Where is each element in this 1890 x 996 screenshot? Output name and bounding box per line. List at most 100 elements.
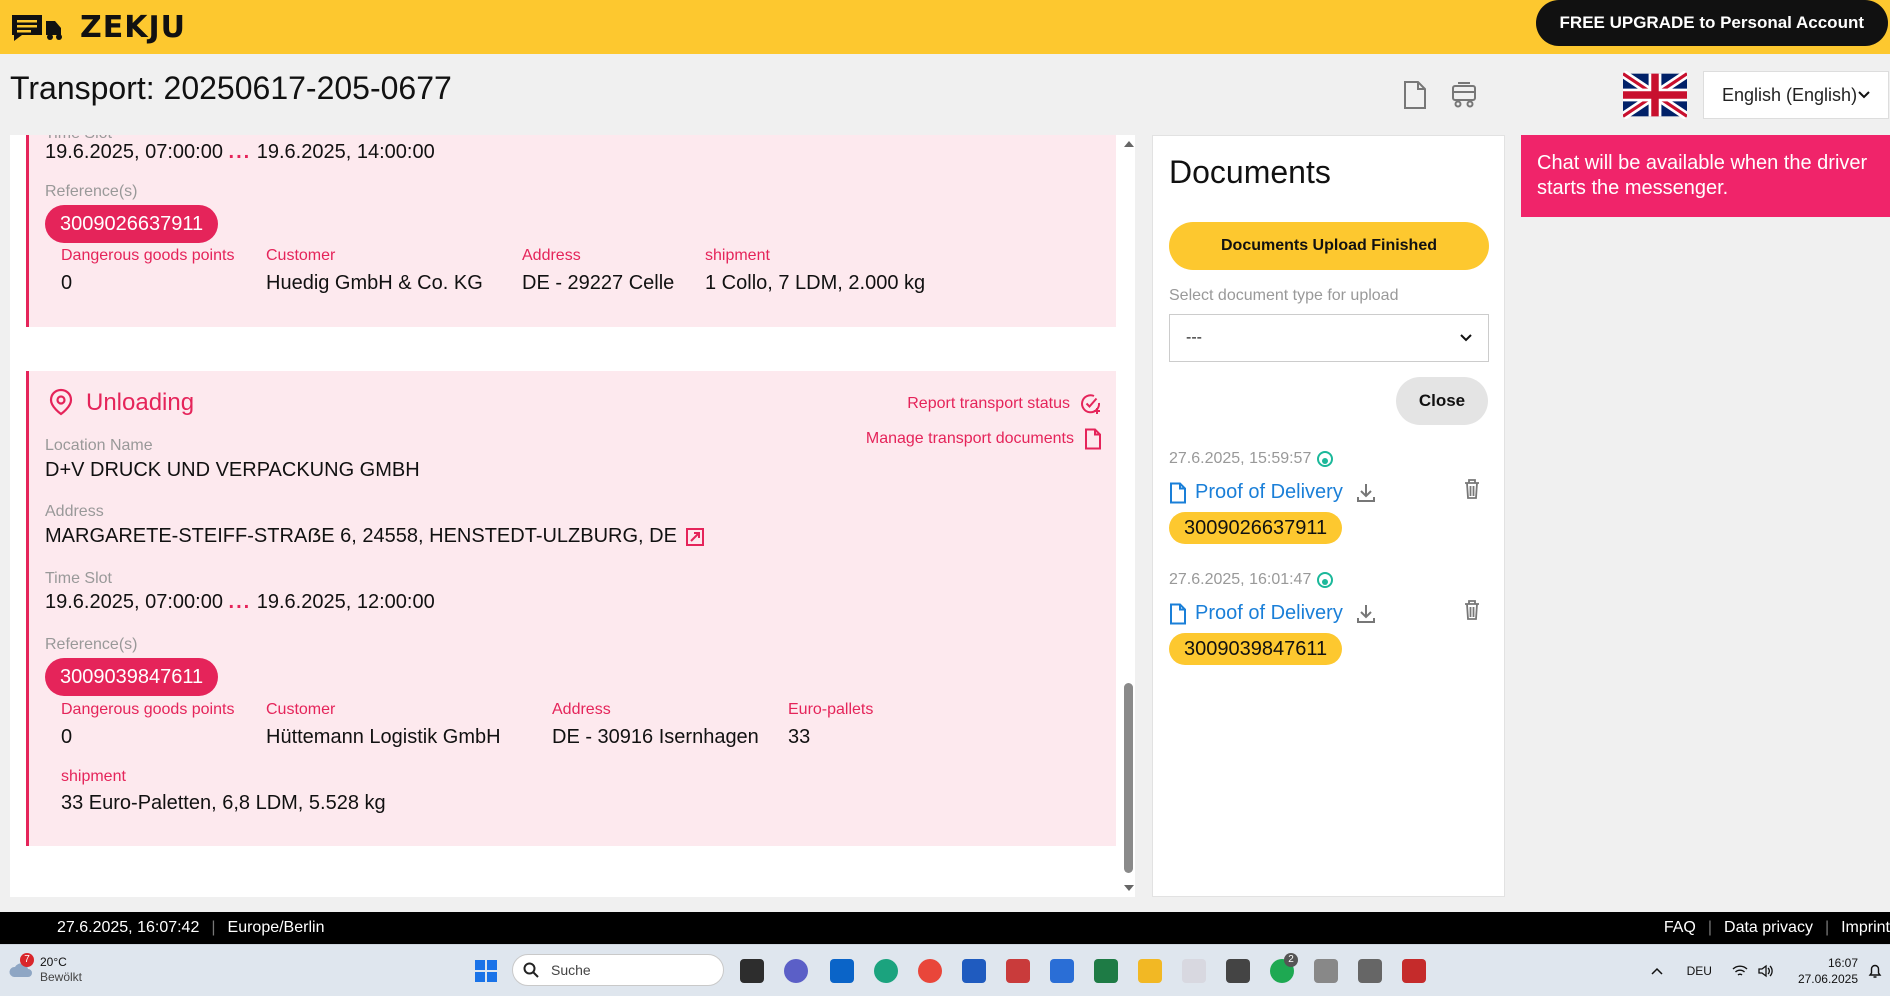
volume-icon[interactable]: [1758, 964, 1774, 978]
teams-icon[interactable]: [784, 959, 808, 983]
file-explorer-icon[interactable]: [1138, 959, 1162, 983]
snipping-tool-icon[interactable]: [1182, 959, 1206, 983]
detail-value: 0: [61, 726, 73, 748]
footer-separator: |: [1824, 919, 1830, 936]
report-transport-status-link[interactable]: Report transport status: [907, 393, 1102, 415]
taskbar-search[interactable]: Suche: [512, 954, 724, 986]
top-bar: ZEKJU FREE UPGRADE to Personal Account: [0, 0, 1890, 54]
footer-separator: |: [1707, 919, 1713, 936]
footer-datetime: 27.6.2025, 16:07:42: [57, 919, 200, 936]
word-icon[interactable]: [962, 959, 986, 983]
detail-label: Dangerous goods points: [61, 247, 235, 264]
driver-avatar-icon: [1317, 572, 1334, 588]
weather-text: 20°C Bewölkt: [40, 955, 83, 984]
detail-value: 33: [788, 726, 811, 748]
address-row: MARGARETE-STEIFF-STRAẞE 6, 24558, HENSTE…: [45, 525, 705, 548]
windows-start-icon[interactable]: [474, 959, 498, 983]
imprint-link[interactable]: Imprint: [1841, 919, 1890, 937]
notification-bell-icon[interactable]: [1868, 963, 1882, 979]
free-upgrade-button[interactable]: FREE UPGRADE to Personal Account: [1535, 0, 1888, 46]
data-privacy-link[interactable]: Data privacy: [1724, 919, 1813, 937]
detail-label: shipment: [61, 768, 126, 785]
brand-name: ZEKJU: [80, 10, 187, 45]
document-timestamp: 27.6.2025, 15:59:57: [1169, 450, 1334, 468]
proof-of-delivery-link[interactable]: Proof of Delivery: [1169, 602, 1377, 625]
location-name-label: Location Name: [45, 437, 153, 454]
document-timestamp: 27.6.2025, 16:01:47: [1169, 571, 1334, 589]
whatsapp-badge: 2: [1284, 953, 1298, 967]
document-reference-badge: 3009039847611: [1169, 633, 1343, 665]
scroll-up-icon[interactable]: [1124, 140, 1134, 148]
detail-value: 0: [61, 272, 73, 294]
weather-cloud-icon: 7: [8, 953, 34, 981]
footer-separator: |: [211, 919, 216, 936]
faq-link[interactable]: FAQ: [1664, 919, 1696, 937]
document-icon: [1170, 603, 1186, 624]
references-label: Reference(s): [45, 183, 138, 200]
whatsapp-icon[interactable]: 2: [1270, 953, 1298, 983]
footer-info: 27.6.2025, 16:07:42 | Europe/Berlin: [57, 919, 324, 937]
scrollbar-thumb[interactable]: [1124, 683, 1133, 873]
document-icon[interactable]: [1402, 80, 1428, 115]
detail-value: DE - 29227 Celle: [522, 272, 675, 294]
excel-icon[interactable]: [1094, 959, 1118, 983]
download-icon[interactable]: [1355, 603, 1377, 625]
page-title: Transport: 20250617-205-0677: [10, 70, 452, 106]
chrome-icon[interactable]: [918, 959, 942, 983]
detail-value: Hüttemann Logistik GmbH: [266, 726, 501, 748]
printer-icon[interactable]: [1314, 959, 1338, 983]
app-icon[interactable]: [1226, 959, 1250, 983]
app-icon[interactable]: [1006, 959, 1030, 983]
download-icon[interactable]: [1355, 482, 1377, 504]
document-icon: [1085, 428, 1101, 450]
references-label: Reference(s): [45, 636, 138, 653]
detail-label: shipment: [705, 247, 770, 264]
task-view-icon[interactable]: [740, 959, 764, 983]
detail-value: Huedig GmbH & Co. KG: [266, 272, 483, 294]
location-name: D+V DRUCK UND VERPACKUNG GMBH: [45, 459, 420, 481]
delete-document-icon[interactable]: [1463, 599, 1481, 626]
location-pin-icon: [49, 388, 73, 416]
brand-logo[interactable]: ZEKJU: [10, 10, 186, 45]
document-reference-badge: 3009026637911: [1169, 512, 1343, 544]
reference-badge: 3009039847611: [45, 658, 219, 696]
documents-panel: Documents Documents Upload Finished Sele…: [1152, 135, 1505, 897]
wifi-icon[interactable]: [1732, 964, 1748, 978]
uk-flag-icon[interactable]: [1620, 70, 1690, 120]
delete-document-icon[interactable]: [1463, 478, 1481, 505]
detail-label: Euro-pallets: [788, 701, 874, 718]
taskbar-clock[interactable]: 16:07 27.06.2025: [1798, 955, 1858, 987]
document-type-value: ---: [1186, 329, 1202, 346]
language-select-value: English (English): [1722, 84, 1858, 105]
close-button[interactable]: Close: [1396, 377, 1488, 425]
language-select[interactable]: English (English): [1703, 71, 1889, 119]
search-placeholder: Suche: [551, 962, 591, 978]
detail-label: Dangerous goods points: [61, 701, 235, 718]
driver-avatar-icon: [1317, 451, 1334, 467]
search-icon: [523, 962, 539, 978]
access-icon[interactable]: [1402, 959, 1426, 983]
truck-icon[interactable]: [1450, 80, 1478, 115]
edge-icon[interactable]: [874, 959, 898, 983]
chevron-down-icon: [1460, 334, 1472, 342]
proof-of-delivery-link[interactable]: Proof of Delivery: [1169, 481, 1377, 504]
document-icon: [1170, 482, 1186, 503]
external-link-icon[interactable]: [685, 527, 705, 547]
document-type-select[interactable]: ---: [1169, 314, 1489, 362]
detail-label: Customer: [266, 701, 336, 718]
outlook-icon[interactable]: [830, 959, 854, 983]
manage-transport-documents-link[interactable]: Manage transport documents: [866, 428, 1102, 450]
weather-widget[interactable]: 7 20°C Bewölkt: [8, 953, 83, 985]
unloading-title: Unloading: [86, 389, 195, 416]
loading-time-slot: 19.6.2025, 07:00:00 ... 19.6.2025, 14:00…: [45, 141, 435, 163]
detail-value: 33 Euro-Paletten, 6,8 LDM, 5.528 kg: [61, 792, 386, 814]
language-indicator[interactable]: DEU: [1687, 964, 1712, 978]
chevron-up-icon[interactable]: [1651, 967, 1663, 975]
chevron-down-icon: [1858, 91, 1870, 99]
scroll-down-icon[interactable]: [1124, 884, 1134, 892]
documents-upload-finished-button[interactable]: Documents Upload Finished: [1169, 222, 1489, 270]
printer-icon[interactable]: [1358, 959, 1382, 983]
reference-badge: 3009026637911: [45, 205, 219, 243]
chat-unavailable-notice: Chat will be available when the driver s…: [1521, 135, 1890, 217]
store-icon[interactable]: [1050, 959, 1074, 983]
